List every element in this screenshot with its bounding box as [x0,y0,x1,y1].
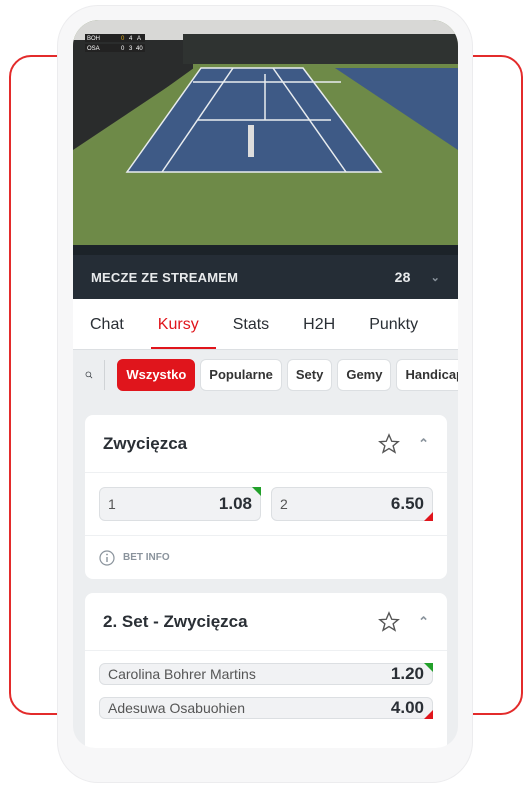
bet-info-label: BET INFO [123,552,170,563]
market-title: 2. Set - Zwycięzca [103,611,248,631]
market-card: 2. Set - Zwycięzca ⌃ Carolina Bohrer Mar… [85,593,447,748]
market-header[interactable]: 2. Set - Zwycięzca ⌃ [85,593,447,651]
odds-value: 6.50 [390,494,424,513]
odds-value: 1.08 [218,494,252,513]
odds-value: 1.20 [390,664,424,683]
tab-chat[interactable]: Chat [73,299,141,350]
odds-button[interactable]: Carolina Bohrer Martins 1.20 [99,663,433,685]
tab-stats[interactable]: Stats [216,299,286,350]
scoreboard-team: BOH [87,36,100,42]
filter-wszystko[interactable]: Wszystko [117,359,196,391]
tab-bar: Chat Kursy Stats H2H Punkty [73,299,458,350]
odds-button[interactable]: 2 6.50 [271,487,433,521]
tab-h2h[interactable]: H2H [286,299,352,350]
odds-label: Carolina Bohrer Martins [108,666,256,682]
filter-sety[interactable]: Sety [286,359,333,391]
streams-count: 28 [394,269,411,285]
odds-value: 4.00 [390,698,424,717]
streams-title: MECZE ZE STREAMEM [91,269,239,285]
chevron-up-icon[interactable]: ⌃ [418,436,429,452]
streams-header[interactable]: MECZE ZE STREAMEM 28 ⌄ [73,255,458,299]
filter-bar: Wszystko Popularne Sety Gemy Handicap [73,352,458,398]
market-header[interactable]: Zwycięzca ⌃ [85,415,447,473]
filter-handicap[interactable]: Handicap [396,359,458,391]
tab-kursy[interactable]: Kursy [141,299,216,350]
scoreboard-points: A [137,36,141,42]
scoreboard-points: 40 [136,46,143,52]
odds-label: Adesuwa Osabuohien [108,700,245,716]
info-icon [99,549,115,566]
star-icon[interactable] [378,432,401,455]
chevron-up-icon[interactable]: ⌃ [418,614,429,630]
filter-popularne[interactable]: Popularne [200,359,282,391]
search-icon[interactable] [85,362,93,388]
odds-label: 2 [280,496,288,512]
star-icon[interactable] [378,610,401,633]
odds-label: 1 [108,496,116,512]
tab-punkty[interactable]: Punkty [352,299,435,350]
scoreboard-team: OSA [87,46,100,52]
odds-button[interactable]: 1 1.08 [99,487,261,521]
live-stream-video[interactable]: BOH 0 4 A OSA 0 3 40 [73,20,458,255]
filter-gemy[interactable]: Gemy [337,359,392,391]
chevron-down-icon[interactable]: ⌄ [431,271,440,284]
phone-screen: BOH 0 4 A OSA 0 3 40 MECZE ZE STREAMEM 2… [73,20,458,748]
market-card: Zwycięzca ⌃ 1 1.08 2 6.50 BET INFO [85,415,447,579]
bet-info-link[interactable]: BET INFO [85,535,447,579]
market-title: Zwycięzca [103,433,188,453]
odds-button[interactable]: Adesuwa Osabuohien 4.00 [99,697,433,719]
